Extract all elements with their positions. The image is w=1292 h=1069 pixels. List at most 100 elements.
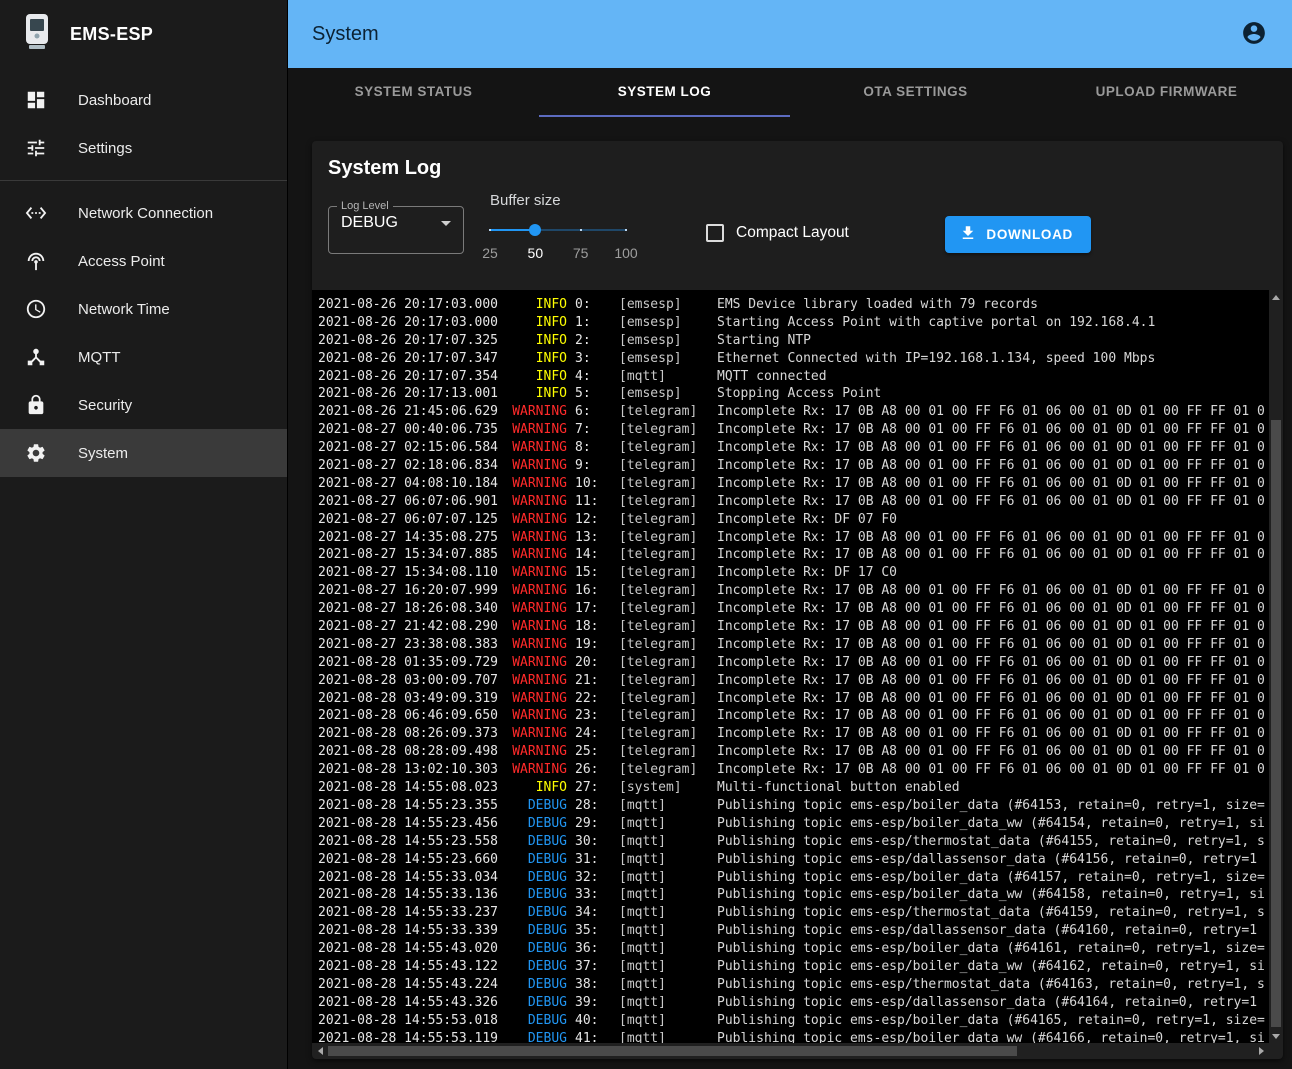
- log-entry: 2021-08-28 08:28:09.498WARNING25:[telegr…: [318, 743, 1269, 761]
- log-entry: 2021-08-28 14:55:43.020DEBUG36:[mqtt]Pub…: [318, 940, 1269, 958]
- compact-layout-label: Compact Layout: [736, 224, 849, 242]
- sidebar-divider: [0, 180, 287, 181]
- device-hub-icon: [24, 345, 48, 369]
- gear-icon: [24, 441, 48, 465]
- slider-mark: [580, 229, 582, 231]
- log-entry: 2021-08-26 21:45:06.629WARNING6:[telegra…: [318, 403, 1269, 421]
- vertical-scrollbar-thumb[interactable]: [1271, 420, 1281, 1027]
- scroll-down-arrow-icon[interactable]: [1269, 1029, 1283, 1043]
- chevron-down-icon: [441, 221, 451, 226]
- log-entry: 2021-08-26 20:17:07.325INFO2:[emsesp]Sta…: [318, 332, 1269, 350]
- log-entry: 2021-08-27 06:07:06.901WARNING11:[telegr…: [318, 493, 1269, 511]
- log-entry: 2021-08-28 06:46:09.650WARNING23:[telegr…: [318, 707, 1269, 725]
- slider-mark: [625, 229, 627, 231]
- log-controls: Log Level DEBUG Buffer size 255075100: [312, 192, 1283, 290]
- sidebar-nav: Dashboard Settings Network Connection Acces…: [0, 68, 287, 477]
- log-entry: 2021-08-28 13:02:10.303WARNING26:[telegr…: [318, 761, 1269, 779]
- sidebar-item-label: Dashboard: [78, 92, 151, 109]
- scroll-up-arrow-icon[interactable]: [1269, 290, 1283, 304]
- account-button[interactable]: [1240, 20, 1268, 48]
- sidebar-item-system[interactable]: System: [0, 429, 287, 477]
- log-entry: 2021-08-27 02:15:06.584WARNING8:[telegra…: [318, 439, 1269, 457]
- log-entry: 2021-08-27 02:18:06.834WARNING9:[telegra…: [318, 457, 1269, 475]
- emsesp-logo: [22, 12, 52, 57]
- log-level-value: DEBUG: [341, 214, 398, 232]
- log-entry: 2021-08-27 18:26:08.340WARNING17:[telegr…: [318, 600, 1269, 618]
- sidebar: EMS-ESP Dashboard Settings Network Connect…: [0, 0, 288, 1069]
- sidebar-item-mqtt[interactable]: MQTT: [0, 333, 287, 381]
- tab-bar: SYSTEM STATUSSYSTEM LOGOTA SETTINGSUPLOA…: [288, 68, 1292, 117]
- sidebar-item-label: Settings: [78, 140, 132, 157]
- log-entry: 2021-08-27 16:20:07.999WARNING16:[telegr…: [318, 582, 1269, 600]
- download-button[interactable]: DOWNLOAD: [945, 216, 1091, 253]
- tab-system-log[interactable]: SYSTEM LOG: [539, 68, 790, 117]
- log-entry: 2021-08-28 03:00:09.707WARNING21:[telegr…: [318, 672, 1269, 690]
- log-entry: 2021-08-28 14:55:23.558DEBUG30:[mqtt]Pub…: [318, 833, 1269, 851]
- log-entry: 2021-08-28 14:55:08.023INFO27:[system]Mu…: [318, 779, 1269, 797]
- log-entry: 2021-08-27 04:08:10.184WARNING10:[telegr…: [318, 475, 1269, 493]
- tab-ota-settings[interactable]: OTA SETTINGS: [790, 68, 1041, 117]
- sidebar-item-label: Access Point: [78, 253, 165, 270]
- log-entry: 2021-08-27 23:38:08.383WARNING19:[telegr…: [318, 636, 1269, 654]
- compact-layout-checkbox[interactable]: Compact Layout: [706, 224, 849, 242]
- slider-thumb[interactable]: [529, 224, 541, 236]
- horizontal-scrollbar[interactable]: [312, 1043, 1269, 1059]
- log-entry: 2021-08-26 20:17:03.000INFO0:[emsesp]EMS…: [318, 296, 1269, 314]
- log-entry: 2021-08-28 14:55:33.339DEBUG35:[mqtt]Pub…: [318, 922, 1269, 940]
- app-title: EMS-ESP: [70, 24, 153, 45]
- log-entry: 2021-08-28 14:55:33.136DEBUG33:[mqtt]Pub…: [318, 886, 1269, 904]
- sidebar-item-settings[interactable]: Settings: [0, 124, 287, 172]
- scroll-right-arrow-icon[interactable]: [1253, 1043, 1269, 1059]
- scroll-left-arrow-icon[interactable]: [312, 1043, 328, 1059]
- slider-tick-label: 100: [614, 245, 637, 261]
- download-label: DOWNLOAD: [986, 227, 1073, 242]
- sidebar-item-network-time[interactable]: Network Time: [0, 285, 287, 333]
- log-level-select[interactable]: Log Level DEBUG: [328, 200, 464, 254]
- log-entry: 2021-08-28 14:55:53.018DEBUG40:[mqtt]Pub…: [318, 1012, 1269, 1030]
- tab-upload-firmware[interactable]: UPLOAD FIRMWARE: [1041, 68, 1292, 117]
- slider-tick-label: 75: [573, 245, 589, 261]
- slider-mark: [489, 229, 491, 231]
- log-entry: 2021-08-28 14:55:33.237DEBUG34:[mqtt]Pub…: [318, 904, 1269, 922]
- log-entry: 2021-08-26 20:17:13.001INFO5:[emsesp]Sto…: [318, 385, 1269, 403]
- page-title: System: [312, 23, 379, 46]
- slider-tick-label: 50: [528, 245, 544, 261]
- log-entry: 2021-08-27 06:07:07.125WARNING12:[telegr…: [318, 511, 1269, 529]
- log-entry: 2021-08-28 14:55:23.660DEBUG31:[mqtt]Pub…: [318, 851, 1269, 869]
- panel-title: System Log: [328, 157, 1283, 180]
- sidebar-header: EMS-ESP: [0, 0, 287, 68]
- log-entry: 2021-08-26 20:17:03.000INFO1:[emsesp]Sta…: [318, 314, 1269, 332]
- horizontal-scrollbar-thumb[interactable]: [328, 1046, 1017, 1056]
- log-entry: 2021-08-27 15:34:07.885WARNING14:[telegr…: [318, 546, 1269, 564]
- log-entry: 2021-08-28 14:55:33.034DEBUG32:[mqtt]Pub…: [318, 869, 1269, 887]
- dashboard-icon: [24, 88, 48, 112]
- log-entry: 2021-08-28 14:55:43.224DEBUG38:[mqtt]Pub…: [318, 976, 1269, 994]
- buffer-size-control: Buffer size 255075100: [490, 192, 642, 263]
- clock-icon: [24, 297, 48, 321]
- log-entry: 2021-08-28 08:26:09.373WARNING24:[telegr…: [318, 725, 1269, 743]
- buffer-size-slider[interactable]: [490, 223, 626, 237]
- scrollbar-corner: [1269, 1043, 1283, 1059]
- vertical-scrollbar[interactable]: [1269, 290, 1283, 1043]
- log-entry: 2021-08-26 20:17:07.354INFO4:[mqtt]MQTT …: [318, 368, 1269, 386]
- log-entry: 2021-08-28 01:35:09.729WARNING20:[telegr…: [318, 654, 1269, 672]
- sidebar-item-network-connection[interactable]: Network Connection: [0, 189, 287, 237]
- log-entry: 2021-08-27 14:35:08.275WARNING13:[telegr…: [318, 529, 1269, 547]
- sidebar-item-access-point[interactable]: Access Point: [0, 237, 287, 285]
- sidebar-item-security[interactable]: Security: [0, 381, 287, 429]
- log-entry: 2021-08-27 15:34:08.110WARNING15:[telegr…: [318, 564, 1269, 582]
- lock-icon: [24, 393, 48, 417]
- sidebar-item-label: Network Time: [78, 301, 170, 318]
- log-entry: 2021-08-28 14:55:53.119DEBUG41:[mqtt]Pub…: [318, 1030, 1269, 1043]
- log-entry: 2021-08-28 14:55:43.122DEBUG37:[mqtt]Pub…: [318, 958, 1269, 976]
- tune-icon: [24, 136, 48, 160]
- main-area: System SYSTEM STATUSSYSTEM LOGOTA SETTIN…: [288, 0, 1292, 1069]
- sidebar-item-label: Security: [78, 397, 132, 414]
- log-entry: 2021-08-28 14:55:23.456DEBUG29:[mqtt]Pub…: [318, 815, 1269, 833]
- system-log-card: System Log Log Level DEBUG Buffer size 2…: [312, 141, 1283, 1059]
- tab-system-status[interactable]: SYSTEM STATUS: [288, 68, 539, 117]
- sidebar-item-label: MQTT: [78, 349, 121, 366]
- sidebar-item-dashboard[interactable]: Dashboard: [0, 76, 287, 124]
- account-circle-icon: [1241, 20, 1267, 49]
- log-entry: 2021-08-27 21:42:08.290WARNING18:[telegr…: [318, 618, 1269, 636]
